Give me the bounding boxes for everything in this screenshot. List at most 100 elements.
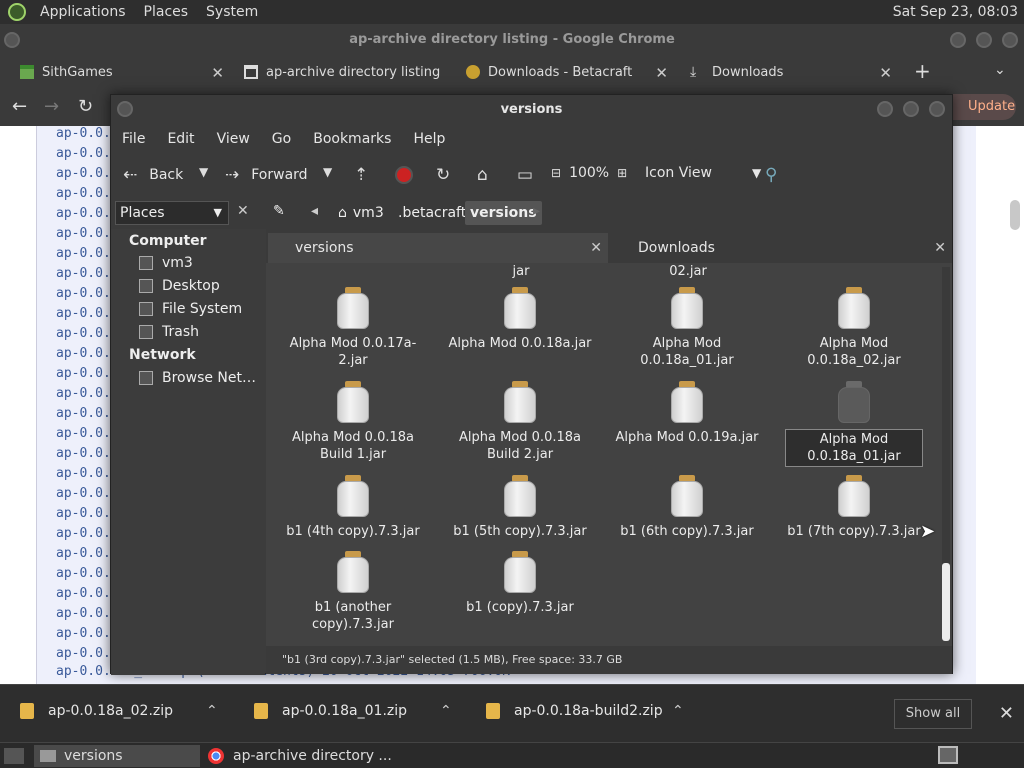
reload-icon[interactable]: ↻ [78, 96, 93, 117]
forward-button[interactable]: ⇢ Forward [225, 165, 308, 185]
close-tab-icon[interactable]: ✕ [879, 64, 892, 82]
listing-link[interactable]: ap-0.0. [56, 366, 111, 381]
tab-sithgames[interactable]: SithGames ✕ [20, 56, 232, 88]
sidebar-places-select[interactable]: Places ▼ [115, 201, 229, 225]
sidebar-item-trash[interactable]: Trash [139, 324, 199, 340]
minimize-icon[interactable] [950, 32, 966, 48]
chevron-up-icon[interactable]: ⌃ [440, 703, 452, 719]
tab-downloads-betacraft[interactable]: Downloads - Betacraft ✕ [466, 56, 676, 88]
back-arrow-icon[interactable]: ← [12, 96, 27, 117]
crumbs-left-icon[interactable]: ◂ [311, 203, 318, 219]
file-item[interactable]: Alpha Mod 0.0.18a Build 2.jar [445, 381, 595, 463]
listing-link[interactable]: ap-0.0. [56, 146, 111, 161]
close-sidebar-icon[interactable]: ✕ [237, 203, 249, 219]
sidebar-item-filesystem[interactable]: File System [139, 301, 242, 317]
listing-link[interactable]: ap-0.0. [56, 466, 111, 481]
file-item[interactable]: Alpha Mod 0.0.19a.jar [612, 381, 762, 446]
download-item[interactable]: ap-0.0.18a_02.zip ⌃ [20, 703, 218, 719]
listing-link[interactable]: ap-0.0. [56, 506, 111, 521]
view-mode-select[interactable]: Icon View ▼ [645, 165, 761, 181]
sidebar-item-vm3[interactable]: vm3 [139, 255, 193, 271]
show-all-button[interactable]: Show all [894, 699, 972, 729]
back-button[interactable]: ⇠ Back [123, 165, 183, 185]
tab-search-chevron-icon[interactable]: ⌄ [994, 62, 1006, 78]
listing-link[interactable]: ap-0.0. [56, 226, 111, 241]
file-item[interactable]: Alpha Mod 0.0.18a_01.jar [612, 287, 762, 369]
tab-downloads[interactable]: Downloads ✕ [610, 233, 952, 263]
listing-link[interactable]: ap-0.0. [56, 306, 111, 321]
listing-link[interactable]: ap-0.0. [56, 526, 111, 541]
back-history-chevron-icon[interactable]: ▼ [199, 165, 208, 179]
download-item[interactable]: ap-0.0.18a_01.zip ⌃ [254, 703, 452, 719]
maximize-icon[interactable] [976, 32, 992, 48]
listing-link[interactable]: ap-0.0. [56, 426, 111, 441]
listing-link[interactable]: ap-0.0. [56, 286, 111, 301]
file-item[interactable]: Alpha Mod 0.0.17a-2.jar [278, 287, 428, 369]
crumbs-right-icon[interactable]: ▸ [533, 203, 540, 219]
menu-file[interactable]: File [111, 131, 156, 147]
reload-icon[interactable]: ↻ [436, 165, 450, 185]
menu-view[interactable]: View [206, 131, 261, 147]
rename-field[interactable]: Alpha Mod 0.0.18a_01.jar [785, 429, 923, 467]
gnome-foot-icon[interactable] [8, 3, 26, 21]
listing-link[interactable]: ap-0.0. [56, 486, 111, 501]
file-item-partial[interactable]: 02.jar [613, 263, 763, 280]
listing-link[interactable]: ap-0.0. [56, 646, 111, 661]
clock[interactable]: Sat Sep 23, 08:03 [893, 4, 1024, 20]
stop-icon[interactable] [395, 166, 413, 184]
file-item[interactable]: b1 (4th copy).7.3.jar [278, 475, 428, 540]
listing-link[interactable]: ap-0.0. [56, 206, 111, 221]
computer-icon[interactable]: ▭ [517, 165, 533, 185]
listing-link[interactable]: ap-0.0. [56, 406, 111, 421]
listing-link[interactable]: ap-0.0. [56, 586, 111, 601]
listing-link[interactable]: ap-0.0. [56, 326, 111, 341]
zoom-out-icon[interactable]: ⊟ [551, 166, 561, 180]
close-icon[interactable] [1002, 32, 1018, 48]
close-tab-icon[interactable]: ✕ [590, 233, 602, 263]
chevron-up-icon[interactable]: ⌃ [206, 703, 218, 719]
file-item[interactable]: b1 (another copy).7.3.jar [278, 551, 428, 633]
close-tab-icon[interactable]: ✕ [211, 64, 224, 82]
edit-location-icon[interactable]: ✎ [273, 203, 285, 219]
sidebar-item-browse-network[interactable]: Browse Net… [139, 370, 256, 386]
search-icon[interactable]: ⚲ [765, 165, 777, 185]
window-menu-icon[interactable] [117, 101, 133, 117]
maximize-icon[interactable] [903, 101, 919, 117]
listing-link[interactable]: ap-0.0. [56, 346, 111, 361]
up-arrow-icon[interactable]: ⇡ [354, 165, 368, 185]
crumb-vm3[interactable]: ⌂ vm3 [333, 201, 389, 225]
tab-ap-archive[interactable]: ap-archive directory listing [244, 56, 454, 88]
places-menu[interactable]: Places [136, 4, 199, 20]
menu-bookmarks[interactable]: Bookmarks [302, 131, 402, 147]
listing-link[interactable]: ap-0.0. [56, 246, 111, 261]
sidebar-item-desktop[interactable]: Desktop [139, 278, 220, 294]
menu-go[interactable]: Go [261, 131, 302, 147]
listing-link[interactable]: ap-0.0. [56, 566, 111, 581]
home-icon[interactable]: ⌂ [477, 165, 488, 185]
listing-link[interactable]: ap-0.0. [56, 546, 111, 561]
taskbar-item-chrome[interactable]: ap-archive directory ... [206, 745, 392, 767]
file-item[interactable]: b1 (copy).7.3.jar [445, 551, 595, 616]
crumb-versions[interactable]: versions [465, 201, 542, 225]
show-desktop-icon[interactable] [4, 748, 24, 764]
fm-scrollbar[interactable] [942, 267, 950, 641]
download-item[interactable]: ap-0.0.18a-build2.zip ⌃ [486, 703, 684, 719]
forward-history-chevron-icon[interactable]: ▼ [323, 165, 332, 179]
listing-link[interactable]: ap-0.0. [56, 626, 111, 641]
window-menu-icon[interactable] [4, 32, 20, 48]
fm-scrollbar-thumb[interactable] [942, 563, 950, 641]
close-icon[interactable] [929, 101, 945, 117]
zoom-in-icon[interactable]: ⊞ [617, 166, 627, 180]
file-item[interactable]: Alpha Mod 0.0.18a_02.jar [779, 287, 929, 369]
minimize-icon[interactable] [877, 101, 893, 117]
file-item-partial[interactable]: jar [446, 263, 596, 280]
listing-link[interactable]: ap-0.0. [56, 386, 111, 401]
system-menu[interactable]: System [198, 4, 268, 20]
listing-link[interactable]: ap-0.0. [56, 126, 111, 141]
crumb-betacraft[interactable]: .betacraft [393, 201, 471, 225]
file-item[interactable]: b1 (7th copy).7.3.jar [779, 475, 929, 540]
new-tab-button[interactable]: + [914, 59, 931, 83]
forward-arrow-icon[interactable]: → [44, 96, 59, 117]
file-item[interactable]: b1 (5th copy).7.3.jar [445, 475, 595, 540]
listing-link[interactable]: ap-0.0. [56, 186, 111, 201]
